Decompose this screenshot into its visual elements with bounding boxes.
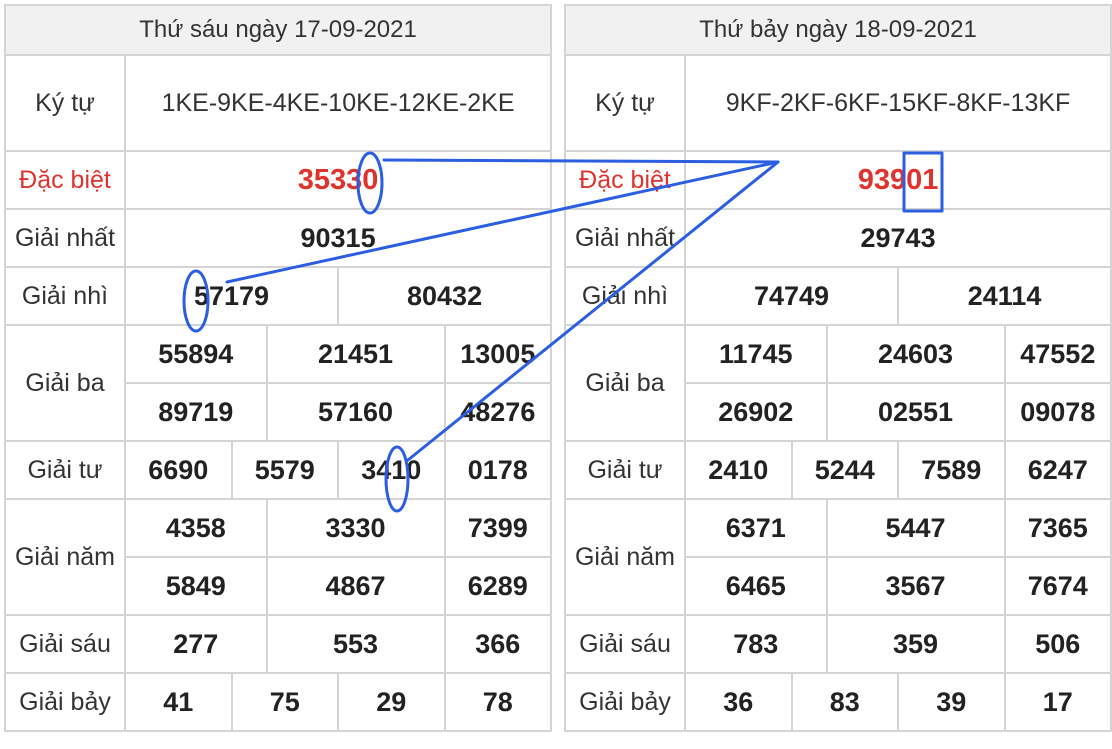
giai-nam-value: 5447 — [825, 498, 1006, 558]
giai-tu-value: 6247 — [1003, 440, 1112, 500]
giai-nam-value: 6371 — [684, 498, 828, 558]
giai-nam-value: 4867 — [265, 556, 446, 616]
giai-nam-value: 7674 — [1003, 556, 1112, 616]
giai-nam-value: 7399 — [443, 498, 553, 558]
label-giai-tu: Giải tư — [4, 440, 126, 500]
giai-nhi-value: 57179 — [124, 266, 339, 326]
giai-tu-value: 6690 — [124, 440, 233, 500]
label-ky-tu: Ký tự — [4, 54, 126, 152]
giai-ba-value: 21451 — [265, 324, 446, 384]
giai-nhi-value: 24114 — [896, 266, 1112, 326]
giai-sau-value: 783 — [684, 614, 828, 674]
giai-bay-value: 75 — [230, 672, 339, 732]
results-table-friday: Thứ sáu ngày 17-09-2021 Ký tự 1KE-9KE-4K… — [3, 4, 553, 732]
giai-bay-value: 36 — [684, 672, 793, 732]
giai-bay-value: 78 — [443, 672, 553, 732]
giai-tu-value: 5244 — [790, 440, 899, 500]
giai-tu-value: 3410 — [337, 440, 446, 500]
dac-biet-value: 35330 — [123, 150, 553, 210]
label-giai-ba: Giải ba — [4, 324, 126, 442]
giai-nhat-value: 29743 — [683, 208, 1112, 268]
giai-ba-value: 57160 — [265, 382, 446, 442]
label-giai-sau: Giải sáu — [4, 614, 126, 674]
giai-sau-value: 277 — [124, 614, 268, 674]
giai-bay-value: 41 — [124, 672, 233, 732]
giai-nhat-value: 90315 — [123, 208, 553, 268]
giai-ba-value: 11745 — [684, 324, 828, 384]
label-giai-nhi: Giải nhì — [564, 266, 686, 326]
label-giai-ba: Giải ba — [564, 324, 686, 442]
giai-ba-value: 02551 — [825, 382, 1006, 442]
giai-nam-value: 4358 — [124, 498, 268, 558]
giai-ba-value: 09078 — [1003, 382, 1112, 442]
giai-tu-value: 0178 — [443, 440, 553, 500]
giai-ba-value: 48276 — [443, 382, 553, 442]
giai-ba-value: 47552 — [1003, 324, 1112, 384]
label-giai-bay: Giải bảy — [564, 672, 686, 732]
giai-sau-value: 553 — [265, 614, 446, 674]
label-giai-nhi: Giải nhì — [4, 266, 126, 326]
label-giai-nam: Giải năm — [4, 498, 126, 616]
label-ky-tu: Ký tự — [564, 54, 686, 152]
giai-bay-value: 17 — [1003, 672, 1112, 732]
giai-nam-value: 6465 — [684, 556, 828, 616]
label-giai-tu: Giải tư — [564, 440, 686, 500]
giai-tu-value: 7589 — [897, 440, 1006, 500]
giai-nam-value: 3567 — [825, 556, 1006, 616]
results-table-saturday: Thứ bảy ngày 18-09-2021 Ký tự 9KF-2KF-6K… — [563, 4, 1112, 732]
ky-tu-value: 9KF-2KF-6KF-15KF-8KF-13KF — [683, 54, 1112, 152]
giai-sau-value: 366 — [443, 614, 553, 674]
giai-bay-value: 83 — [790, 672, 899, 732]
giai-tu-value: 5579 — [230, 440, 339, 500]
label-giai-bay: Giải bảy — [4, 672, 126, 732]
label-giai-nhat: Giải nhất — [564, 208, 686, 268]
giai-ba-value: 89719 — [124, 382, 268, 442]
giai-bay-value: 39 — [897, 672, 1006, 732]
label-giai-nhat: Giải nhất — [4, 208, 126, 268]
giai-ba-value: 13005 — [443, 324, 553, 384]
label-giai-nam: Giải năm — [564, 498, 686, 616]
giai-nam-value: 6289 — [443, 556, 553, 616]
giai-nam-value: 7365 — [1003, 498, 1112, 558]
dac-biet-value: 93901 — [683, 150, 1112, 210]
table-date-header: Thứ bảy ngày 18-09-2021 — [563, 4, 1112, 56]
giai-sau-value: 506 — [1003, 614, 1112, 674]
table-date-header: Thứ sáu ngày 17-09-2021 — [3, 4, 553, 56]
giai-sau-value: 359 — [825, 614, 1006, 674]
giai-nam-value: 3330 — [265, 498, 446, 558]
giai-nhi-value: 74749 — [684, 266, 899, 326]
giai-ba-value: 55894 — [124, 324, 268, 384]
giai-ba-value: 26902 — [684, 382, 828, 442]
label-dac-biet: Đặc biệt — [4, 150, 126, 210]
giai-tu-value: 2410 — [684, 440, 793, 500]
giai-nam-value: 5849 — [124, 556, 268, 616]
ky-tu-value: 1KE-9KE-4KE-10KE-12KE-2KE — [123, 54, 553, 152]
label-giai-sau: Giải sáu — [564, 614, 686, 674]
giai-bay-value: 29 — [337, 672, 446, 732]
label-dac-biet: Đặc biệt — [564, 150, 686, 210]
giai-ba-value: 24603 — [825, 324, 1006, 384]
giai-nhi-value: 80432 — [336, 266, 553, 326]
